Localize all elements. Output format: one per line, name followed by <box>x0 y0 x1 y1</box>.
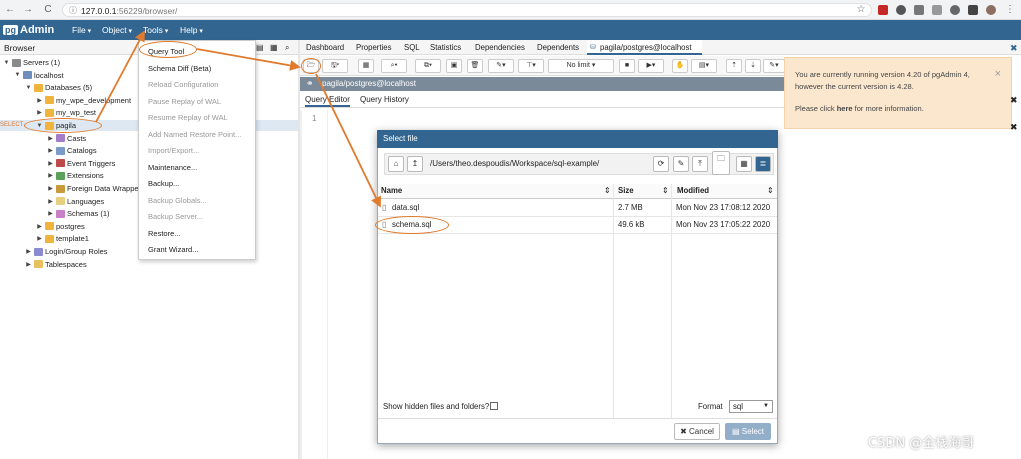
arrow-open-to-file <box>315 73 381 208</box>
arrow-pagila-to-tools <box>95 30 145 123</box>
arrow-query-tool-to-open <box>196 48 301 71</box>
watermark: CSDN @全栈海哥 <box>868 436 975 451</box>
annotation-arrows <box>95 30 381 208</box>
